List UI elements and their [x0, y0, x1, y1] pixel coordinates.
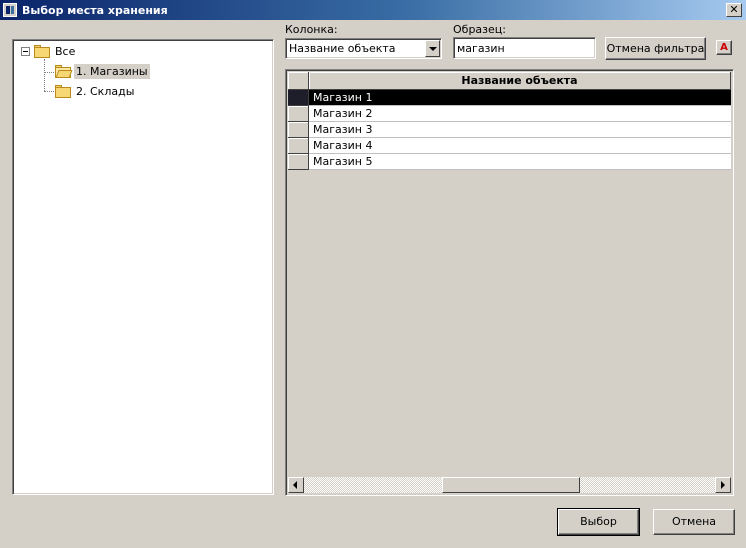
row-indicator[interactable]: [288, 138, 309, 154]
objects-grid[interactable]: Название объекта Магазин 1 Магазин 2 Маг…: [285, 69, 734, 496]
column-select-value: Название объекта: [289, 42, 396, 55]
column-label: Колонка:: [285, 23, 338, 36]
location-tree[interactable]: Все 1. Магазины 2. Склады: [12, 39, 274, 495]
tree-node-label: 2. Склады: [76, 84, 135, 98]
table-cell[interactable]: Магазин 3: [309, 122, 731, 138]
tree-node-warehouses[interactable]: 2. Склады: [55, 82, 136, 100]
table-row[interactable]: Магазин 2: [288, 106, 731, 122]
column-header-name[interactable]: Название объекта: [309, 72, 731, 90]
sample-label: Образец:: [453, 23, 506, 36]
title-bar[interactable]: Выбор места хранения ✕: [0, 0, 746, 20]
chevron-down-icon[interactable]: [425, 40, 440, 57]
collapse-icon[interactable]: [21, 46, 30, 56]
folder-icon: [55, 84, 71, 98]
row-indicator[interactable]: [288, 122, 309, 138]
sample-input-box[interactable]: [453, 37, 596, 59]
tree-connector: [44, 72, 54, 73]
row-indicator[interactable]: [288, 154, 309, 170]
tree-node-stores[interactable]: 1. Магазины: [55, 62, 150, 80]
table-cell[interactable]: Магазин 5: [309, 154, 731, 170]
table-cell[interactable]: Магазин 4: [309, 138, 731, 154]
row-indicator[interactable]: [288, 90, 309, 106]
table-cell[interactable]: Магазин 2: [309, 106, 731, 122]
tree-node-label: Все: [55, 44, 76, 58]
select-button[interactable]: Выбор: [557, 508, 640, 536]
tree-node-label: 1. Магазины: [74, 63, 150, 79]
row-indicator[interactable]: [288, 106, 309, 122]
scrollbar-thumb[interactable]: [442, 477, 580, 493]
tree-node-root[interactable]: Все: [21, 42, 77, 60]
close-button[interactable]: ✕: [726, 3, 742, 17]
table-row[interactable]: Магазин 1: [288, 90, 731, 106]
window-title: Выбор места хранения: [22, 4, 168, 17]
table-row[interactable]: Магазин 4: [288, 138, 731, 154]
app-icon: [3, 3, 17, 17]
table-row[interactable]: Магазин 3: [288, 122, 731, 138]
tree-connector: [44, 59, 45, 91]
column-select[interactable]: Название объекта: [285, 38, 442, 59]
table-row[interactable]: Магазин 5: [288, 154, 731, 170]
folder-icon: [34, 44, 50, 58]
scroll-left-icon[interactable]: [288, 477, 304, 493]
tree-connector: [44, 91, 54, 92]
scroll-right-icon[interactable]: [715, 477, 731, 493]
horizontal-scrollbar[interactable]: [288, 477, 731, 493]
font-icon: A: [720, 42, 728, 53]
cancel-button[interactable]: Отмена: [653, 509, 735, 535]
close-icon: ✕: [729, 3, 739, 16]
dialog-window: Выбор места хранения ✕ Все 1. Магазины 2…: [0, 0, 746, 548]
table-cell[interactable]: Магазин 1: [309, 90, 731, 106]
font-button[interactable]: A: [716, 40, 732, 55]
grid-corner-header[interactable]: [288, 72, 309, 90]
sample-input[interactable]: [454, 38, 595, 58]
reset-filter-button[interactable]: Отмена фильтра: [605, 37, 706, 60]
folder-open-icon: [55, 64, 73, 78]
